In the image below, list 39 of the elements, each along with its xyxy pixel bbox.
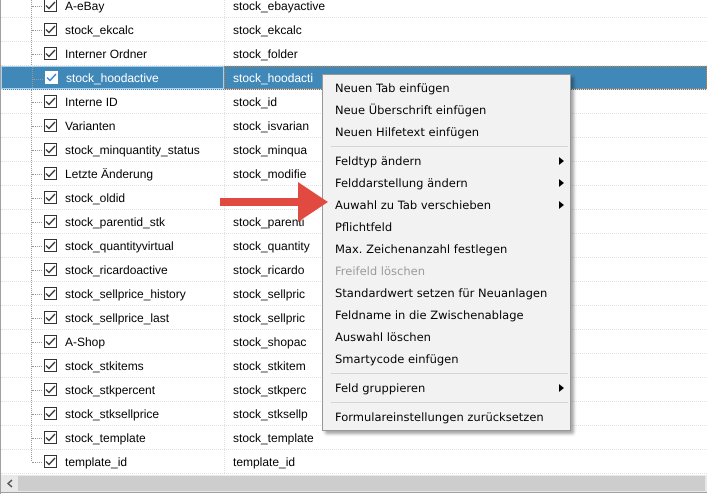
field-label: stock_stkitems [65,358,144,372]
field-name: stock_stkitem [233,358,306,372]
field-name: stock_parenti [233,214,304,228]
field-label: stock_oldid [65,190,126,204]
field-name: stock_hoodacti [233,70,314,84]
field-name: stock_modifie [233,166,306,180]
field-name: stock_ricardo [233,262,304,276]
field-name: stock_id [233,94,278,108]
field-name: stock_shopac [233,334,306,348]
field-label: stock_stksellprice [65,406,160,420]
field-name: stock_stksellp [233,406,308,420]
field-name: stock_isvarian [233,118,310,132]
field-name: stock_template [233,430,314,444]
field-name: stock_folder [233,46,298,60]
field-label: stock_parentid_stk [65,214,166,228]
field-label: template_id [65,454,128,468]
field-name: stock_quantity [233,238,310,252]
field-name: stock_sellpric [233,310,306,324]
field-label: Varianten [65,118,116,132]
field-label: stock_stkpercent [65,382,156,396]
field-name: stock_ekcalc [233,22,302,36]
field-label: Interne ID [65,94,118,108]
field-label: A-eBay [65,0,104,12]
field-label: stock_ricardoactive [65,262,168,276]
field-name: stock_ebayactive [233,0,326,12]
field-label: stock_sellprice_last [65,310,170,324]
field-name: stock_sellpric [233,286,306,300]
field-label: Letzte Änderung [65,166,154,180]
field-label: stock_hoodactive [66,70,159,84]
field-label: A-Shop [65,334,106,348]
field-label: stock_ekcalc [65,22,134,36]
field-name: stock_minqua [233,142,308,156]
field-label: stock_quantityvirtual [65,238,174,252]
field-label: stock_template [65,430,146,444]
field-label: Interner Ordner [65,46,148,60]
field-name: stock_stkperc [233,382,306,396]
field-name: template_id [233,454,296,468]
field-label: stock_minquantity_status [65,142,200,156]
field-label: stock_sellprice_history [65,286,186,300]
